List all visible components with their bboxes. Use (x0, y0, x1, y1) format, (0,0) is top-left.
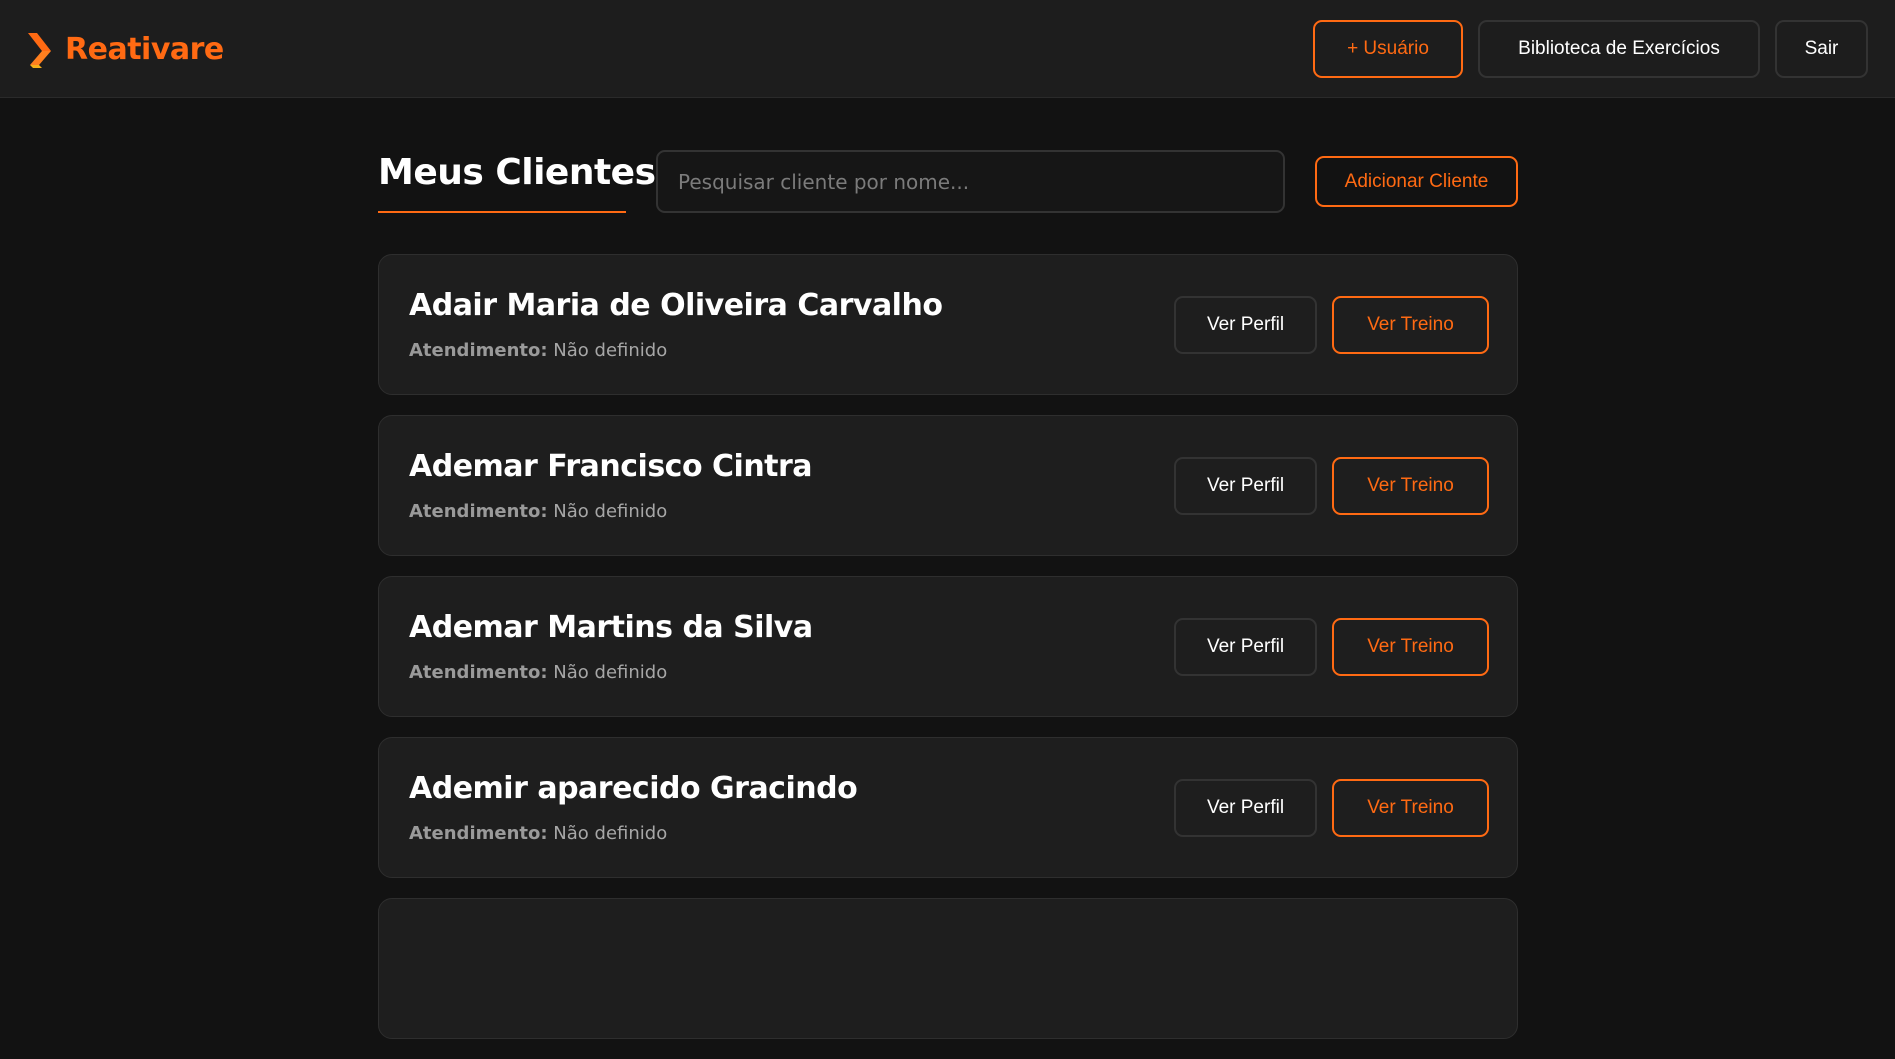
view-profile-button[interactable]: Ver Perfil (1174, 296, 1317, 354)
title-underline (378, 211, 626, 213)
client-card-partial (378, 898, 1518, 1039)
view-training-button[interactable]: Ver Treino (1332, 779, 1489, 837)
logout-button[interactable]: Sair (1775, 20, 1868, 78)
client-name: Ademir aparecido Gracindo (409, 771, 858, 806)
client-card: Adair Maria de Oliveira Carvalho Atendim… (378, 254, 1518, 395)
brand[interactable]: Reativare (26, 29, 224, 69)
attendance-value: Não definido (553, 501, 668, 522)
client-attendance: Atendimento: Não definido (409, 823, 667, 844)
view-profile-button[interactable]: Ver Perfil (1174, 457, 1317, 515)
client-name: Adair Maria de Oliveira Carvalho (409, 288, 943, 323)
attendance-label: Atendimento: (409, 501, 548, 522)
attendance-label: Atendimento: (409, 662, 548, 683)
brand-name: Reativare (65, 31, 224, 67)
client-card: Ademir aparecido Gracindo Atendimento: N… (378, 737, 1518, 878)
add-client-button[interactable]: Adicionar Cliente (1315, 156, 1518, 207)
view-profile-button[interactable]: Ver Perfil (1174, 779, 1317, 837)
client-card: Ademar Martins da Silva Atendimento: Não… (378, 576, 1518, 717)
add-user-button[interactable]: + Usuário (1313, 20, 1463, 78)
exercise-library-button[interactable]: Biblioteca de Exercícios (1478, 20, 1760, 78)
client-name: Ademar Francisco Cintra (409, 449, 813, 484)
view-training-button[interactable]: Ver Treino (1332, 457, 1489, 515)
reativare-logo-icon (28, 33, 51, 68)
view-training-button[interactable]: Ver Treino (1332, 618, 1489, 676)
client-card: Ademar Francisco Cintra Atendimento: Não… (378, 415, 1518, 556)
view-profile-button[interactable]: Ver Perfil (1174, 618, 1317, 676)
top-navbar: Reativare + Usuário Biblioteca de Exercí… (0, 0, 1895, 98)
attendance-label: Atendimento: (409, 823, 548, 844)
attendance-value: Não definido (553, 823, 668, 844)
client-attendance: Atendimento: Não definido (409, 501, 667, 522)
attendance-value: Não definido (553, 662, 668, 683)
client-name: Ademar Martins da Silva (409, 610, 813, 645)
attendance-value: Não definido (553, 340, 668, 361)
client-attendance: Atendimento: Não definido (409, 340, 667, 361)
client-list: Adair Maria de Oliveira Carvalho Atendim… (378, 254, 1518, 1059)
client-attendance: Atendimento: Não definido (409, 662, 667, 683)
view-training-button[interactable]: Ver Treino (1332, 296, 1489, 354)
page-title: Meus Clientes (378, 152, 656, 193)
attendance-label: Atendimento: (409, 340, 548, 361)
search-input[interactable] (656, 150, 1285, 213)
